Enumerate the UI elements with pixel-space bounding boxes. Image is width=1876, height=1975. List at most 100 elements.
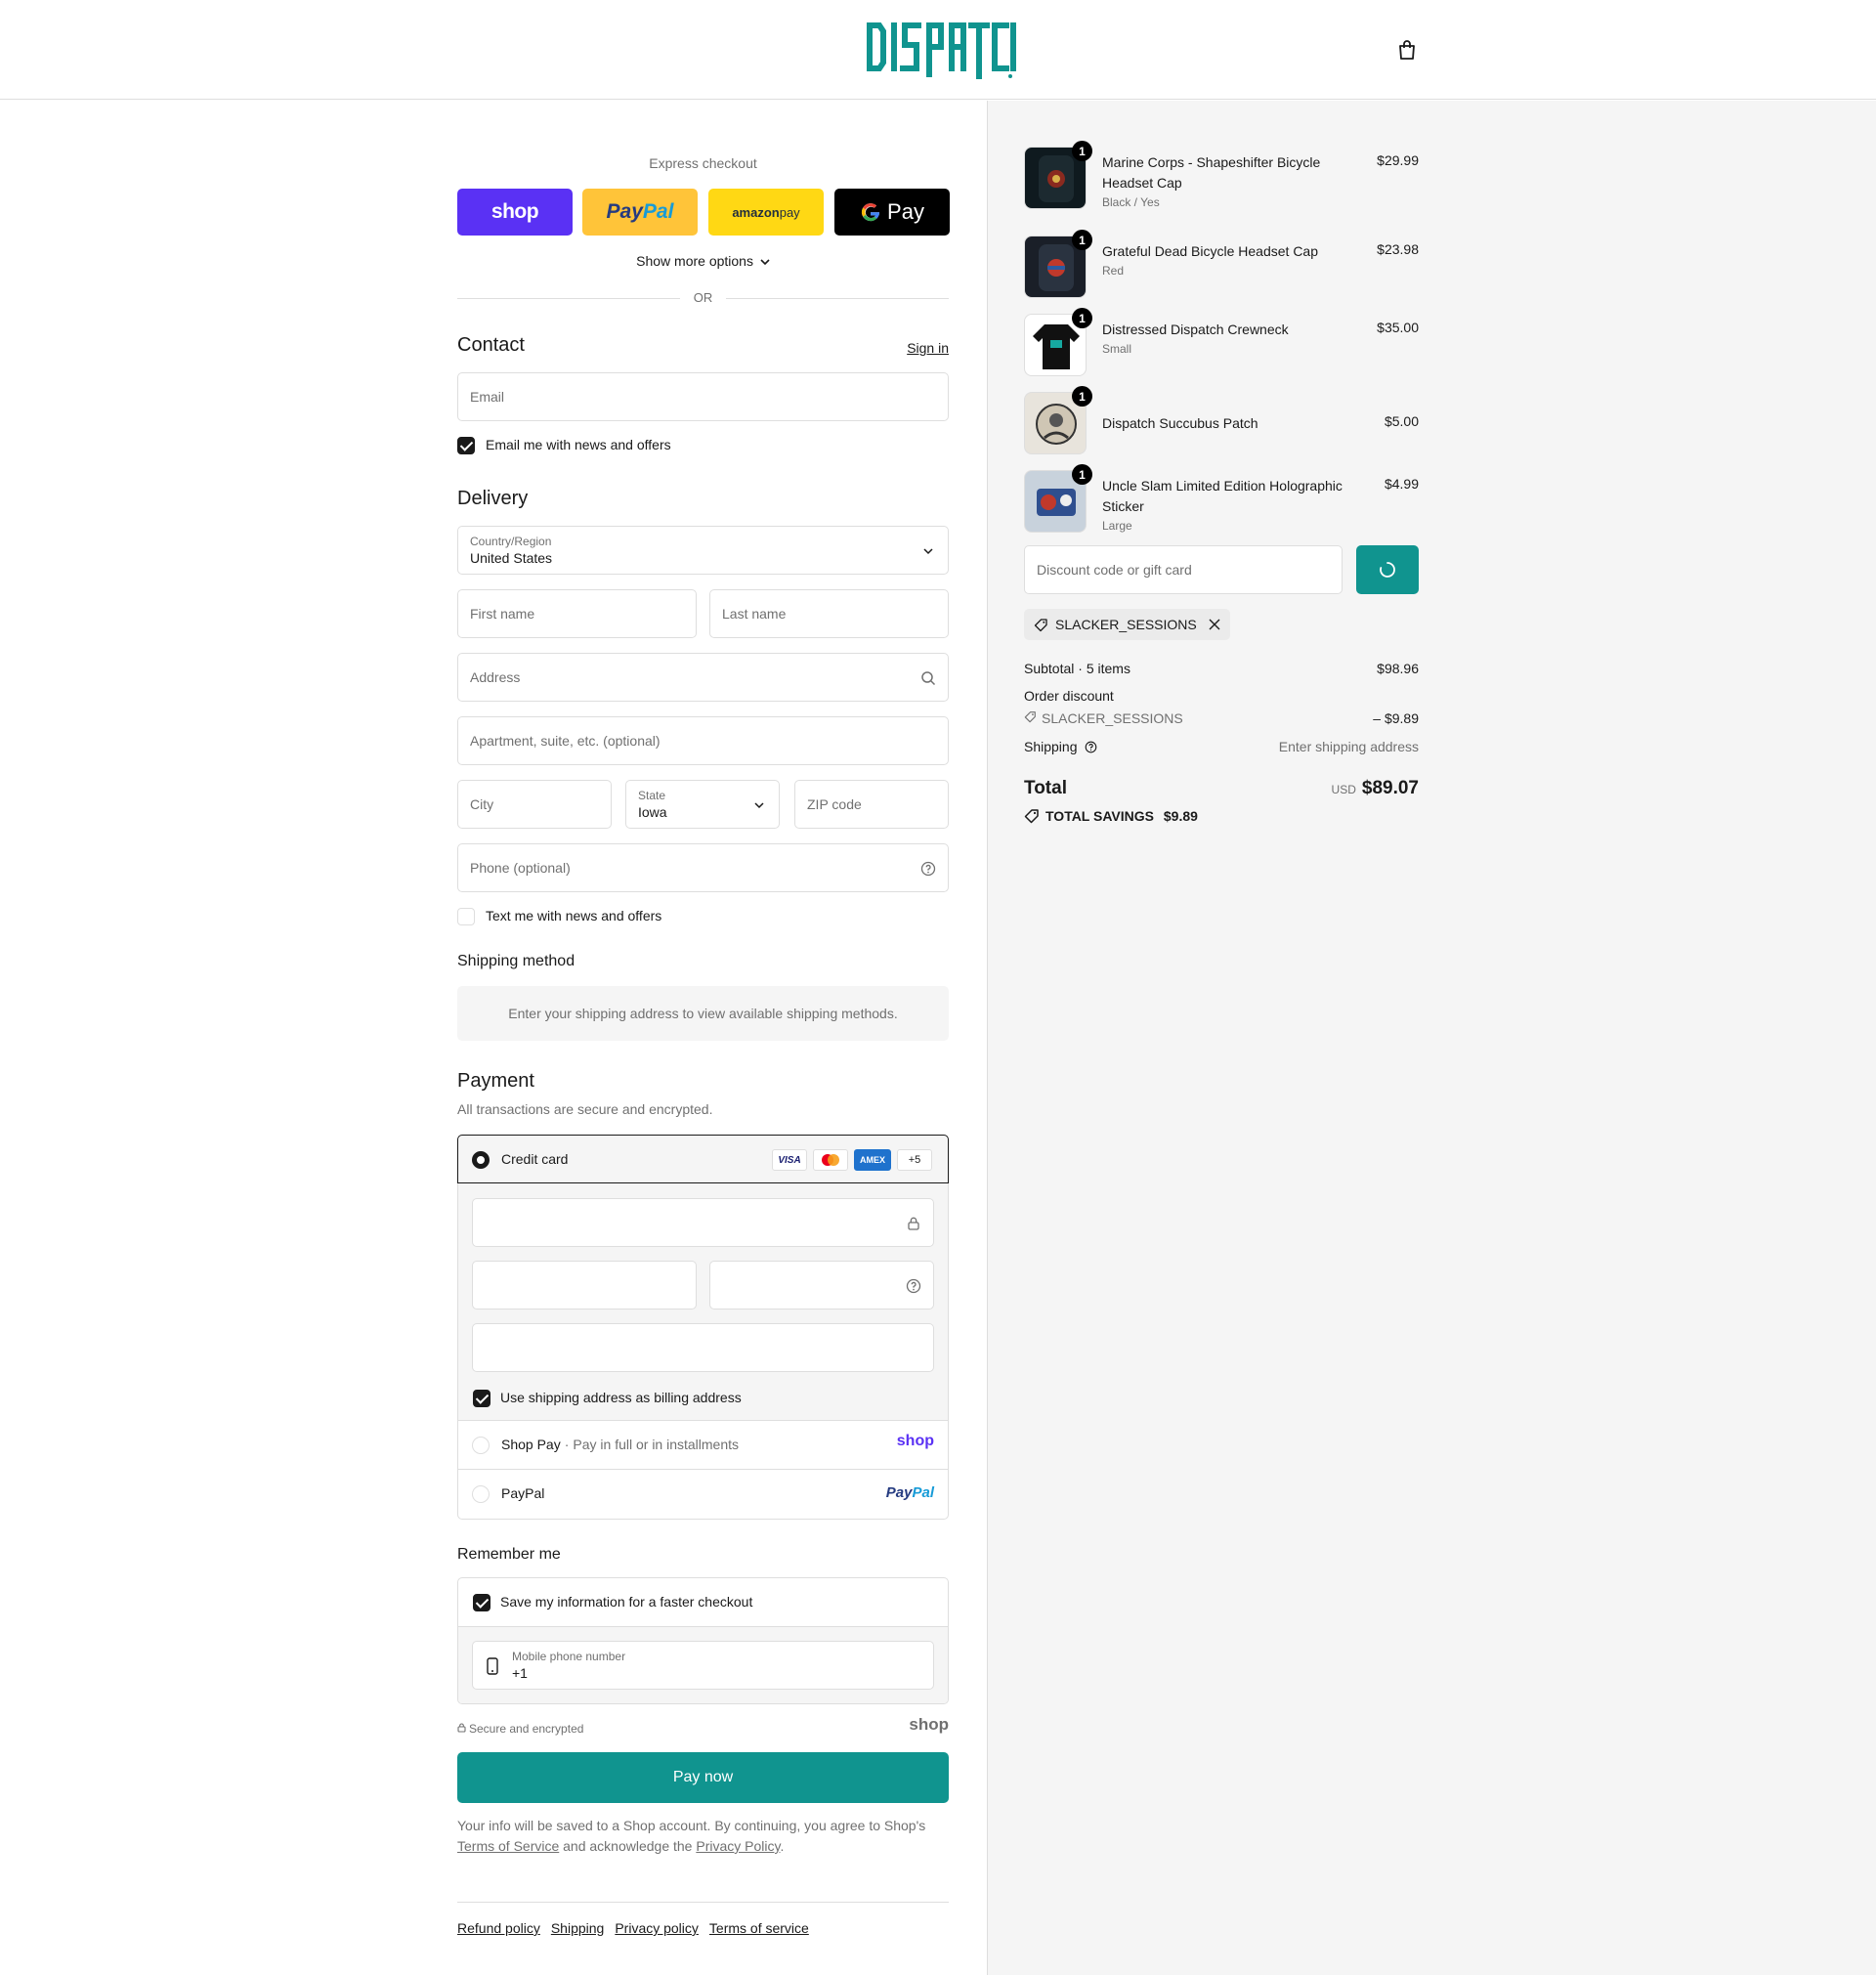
product-name: Grateful Dead Bicycle Headset Cap [1102,243,1318,259]
secure-encrypted-label: Secure and encrypted [469,1722,584,1736]
card-number-field[interactable] [472,1198,934,1247]
newsletter-label: Email me with news and offers [486,437,671,452]
dispatch-logo[interactable] [864,18,1016,80]
shop-pay-option[interactable]: Shop Pay · Pay in full or in installments … [458,1421,948,1470]
help-icon[interactable] [920,861,936,877]
mobile-phone-label: Mobile phone number [512,1650,626,1663]
paypal-option[interactable]: PayPal PayPal [458,1470,948,1519]
credit-card-form: Use shipping address as billing address [458,1183,948,1421]
pay-now-label: Pay now [672,1769,734,1785]
product-name: Distressed Dispatch Crewneck [1102,322,1289,337]
product-variant: Large [1102,519,1132,533]
help-icon[interactable] [1085,741,1097,753]
paypal-option-label: PayPal [501,1485,545,1501]
apartment-field[interactable]: Apartment, suite, etc. (optional) [457,716,949,765]
credit-card-radio[interactable] [472,1151,490,1169]
product-variant: Black / Yes [1102,195,1160,209]
phone-field[interactable]: Phone (optional) [457,843,949,892]
product-price: $35.00 [1377,320,1419,335]
subtotal-row: Subtotal · 5 items $98.96 [1024,661,1419,676]
address-field[interactable]: Address [457,653,949,702]
contact-heading: Contact [457,334,525,356]
country-value: United States [470,550,553,566]
security-code-field[interactable] [709,1261,934,1310]
terms-of-service-link[interactable]: Terms of Service [457,1838,559,1854]
express-checkout-title: Express checkout [649,155,757,171]
lock-icon [457,1723,466,1733]
payment-heading: Payment [457,1070,534,1092]
chevron-down-icon [923,548,933,555]
legal-text: Your info will be saved to a Shop accoun… [457,1816,949,1857]
header [0,0,1876,100]
order-discount-row: SLACKER_SESSIONS – $9.89 [1024,710,1419,726]
secure-encrypted-note: Secure and encrypted [457,1722,583,1736]
shipping-label: Shipping [1024,739,1078,754]
remember-me-box: Save my information for a faster checkou… [457,1577,949,1704]
total-value: $89.07 [1361,778,1419,798]
discount-code-field[interactable]: Discount code or gift card [1024,545,1343,594]
mobile-phone-value: +1 [512,1665,528,1681]
expiration-field[interactable] [472,1261,697,1310]
product-name: Uncle Slam Limited Edition Holographic S… [1102,478,1343,514]
cart-icon[interactable] [1397,39,1417,61]
terms-of-service-footer-link[interactable]: Terms of service [709,1920,809,1936]
zip-field[interactable]: ZIP code [794,780,949,829]
product-info: Marine Corps - Shapeshifter Bicycle Head… [1102,152,1356,211]
billing-address-checkbox[interactable] [473,1390,490,1407]
total-row: Total USD $89.07 [1024,778,1419,799]
last-name-placeholder: Last name [722,606,787,622]
mobile-phone-icon [487,1657,498,1675]
close-icon[interactable] [1209,619,1220,630]
credit-card-label: Credit card [501,1151,569,1167]
google-pay-express-button[interactable]: Pay [834,189,950,236]
privacy-policy-footer-link[interactable]: Privacy policy [615,1920,699,1936]
sign-in-link[interactable]: Sign in [907,340,949,356]
privacy-policy-link[interactable]: Privacy Policy [696,1838,780,1854]
remember-me-heading: Remember me [457,1546,561,1563]
chevron-down-icon [754,802,764,809]
shop-pay-option-sub: Pay in full or in installments [573,1437,740,1452]
help-icon[interactable] [906,1278,921,1294]
total-savings-value: $9.89 [1163,808,1198,824]
paypal-radio[interactable] [472,1485,490,1503]
newsletter-checkbox[interactable] [457,437,475,454]
separator-dot: · [564,1437,570,1452]
amazon-pay-express-button[interactable]: amazon pay [708,189,824,236]
shipping-link[interactable]: Shipping [551,1920,605,1936]
country-select[interactable]: Country/Region United States [457,526,949,575]
city-field[interactable]: City [457,780,612,829]
show-more-options-button[interactable]: Show more options [457,253,949,269]
shop-pay-option-text: Shop Pay · Pay in full or in installments [501,1437,739,1452]
email-field[interactable]: Email [457,372,949,421]
credit-card-option[interactable]: Credit card VISA AMEX +5 [457,1135,949,1183]
paypal-express-button[interactable]: Pay Pal [582,189,698,236]
first-name-field[interactable]: First name [457,589,697,638]
name-on-card-field[interactable] [472,1323,934,1372]
sms-checkbox[interactable] [457,908,475,925]
loading-spinner-icon [1380,562,1395,578]
state-select[interactable]: State Iowa [625,780,780,829]
last-name-field[interactable]: Last name [709,589,949,638]
refund-policy-link[interactable]: Refund policy [457,1920,540,1936]
amex-icon: AMEX [854,1149,891,1171]
or-divider: OR [457,288,949,308]
product-price: $5.00 [1384,413,1419,429]
product-info: Grateful Dead Bicycle Headset Cap Red [1102,241,1356,279]
applied-discount-code: SLACKER_SESSIONS [1055,617,1197,632]
shop-pay-radio[interactable] [472,1437,490,1454]
product-price: $4.99 [1384,476,1419,492]
save-info-checkbox[interactable] [473,1594,490,1611]
apply-discount-button[interactable] [1356,545,1419,594]
or-label: OR [693,290,713,305]
search-icon [921,671,936,686]
mobile-phone-field[interactable]: Mobile phone number +1 [472,1641,934,1690]
paypal-logo-pay: Pay [885,1484,913,1501]
paypal-logo: PayPal [886,1484,934,1501]
total-savings-label: TOTAL SAVINGS [1045,808,1154,824]
first-name-placeholder: First name [470,606,535,622]
delivery-heading: Delivery [457,488,529,509]
shop-pay-express-button[interactable]: shop [457,189,573,236]
pay-now-button[interactable]: Pay now [457,1752,949,1803]
shop-logo: shop [909,1715,949,1734]
payment-methods: Credit card VISA AMEX +5 Use shipping ad… [457,1135,949,1520]
